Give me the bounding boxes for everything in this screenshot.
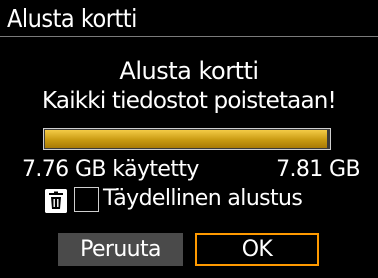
total-space-label: 7.81 GB: [276, 157, 361, 182]
used-space-label: 7.76 GB käytetty: [22, 157, 199, 182]
low-level-format-checkbox[interactable]: [74, 187, 99, 212]
title-divider: [0, 36, 378, 37]
screen-title: Alusta kortti: [7, 4, 137, 33]
trash-icon: [45, 189, 67, 213]
dialog-heading: Alusta kortti: [119, 57, 259, 85]
low-level-format-label: Täydellinen alustus: [103, 186, 303, 211]
title-bar: Alusta kortti: [0, 0, 378, 40]
ok-button[interactable]: OK: [195, 233, 319, 266]
cancel-button[interactable]: Peruuta: [58, 233, 183, 266]
dialog-warning-message: Kaikki tiedostot poistetaan!: [42, 88, 337, 114]
card-usage-bar-fill: [45, 130, 328, 148]
format-card-screen: Alusta kortti Alusta kortti Kaikki tiedo…: [0, 0, 378, 278]
card-usage-bar: [43, 128, 331, 150]
